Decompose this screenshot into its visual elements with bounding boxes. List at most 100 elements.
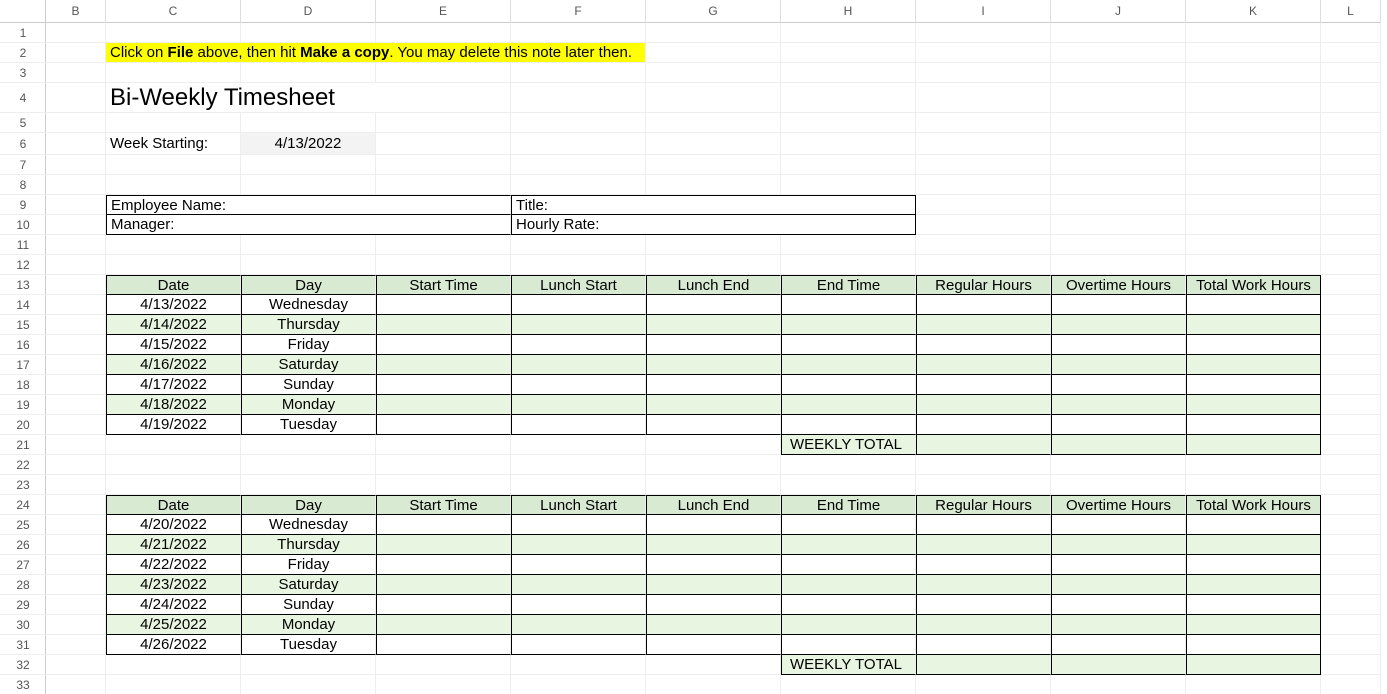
- cell[interactable]: [916, 83, 1051, 113]
- cell[interactable]: [46, 133, 106, 155]
- cell[interactable]: [46, 395, 106, 415]
- cell[interactable]: [46, 275, 106, 295]
- cell[interactable]: [1051, 63, 1186, 83]
- cell[interactable]: [1321, 255, 1381, 275]
- ts-cell[interactable]: [511, 295, 646, 315]
- cell[interactable]: [646, 175, 781, 195]
- cell[interactable]: [781, 155, 916, 175]
- row-header-9[interactable]: 9: [0, 195, 46, 215]
- cell[interactable]: [511, 235, 646, 255]
- cell[interactable]: [781, 255, 916, 275]
- cell[interactable]: [1051, 83, 1186, 113]
- cell[interactable]: [241, 155, 376, 175]
- ts-header-lunch-start[interactable]: Lunch Start: [511, 495, 646, 515]
- cell[interactable]: [1051, 215, 1186, 235]
- cell[interactable]: [46, 295, 106, 315]
- week-start-label[interactable]: Week Starting:: [106, 133, 241, 155]
- cell[interactable]: [1186, 83, 1321, 113]
- cell[interactable]: [376, 235, 511, 255]
- row-header-33[interactable]: 33: [0, 675, 46, 694]
- cell[interactable]: [106, 455, 241, 475]
- ts-cell[interactable]: [376, 555, 511, 575]
- ts-cell[interactable]: [1186, 295, 1321, 315]
- ts-cell[interactable]: [376, 395, 511, 415]
- ts-header-regular-hours[interactable]: Regular Hours: [916, 275, 1051, 295]
- ts-cell[interactable]: [1186, 315, 1321, 335]
- cell[interactable]: [511, 83, 646, 113]
- cell[interactable]: [1321, 175, 1381, 195]
- cell[interactable]: [46, 635, 106, 655]
- ts-cell[interactable]: [1051, 535, 1186, 555]
- cell[interactable]: [376, 175, 511, 195]
- cell[interactable]: [376, 63, 511, 83]
- cell[interactable]: [1321, 155, 1381, 175]
- ts-day[interactable]: Monday: [241, 395, 376, 415]
- ts-cell[interactable]: [916, 535, 1051, 555]
- ts-date[interactable]: 4/19/2022: [106, 415, 241, 435]
- ts-cell[interactable]: [1186, 635, 1321, 655]
- ts-day[interactable]: Wednesday: [241, 295, 376, 315]
- ts-date[interactable]: 4/15/2022: [106, 335, 241, 355]
- cell[interactable]: [46, 515, 106, 535]
- cell[interactable]: [106, 63, 241, 83]
- cell[interactable]: [46, 235, 106, 255]
- row-header-20[interactable]: 20: [0, 415, 46, 435]
- ts-cell[interactable]: [1186, 355, 1321, 375]
- row-header-22[interactable]: 22: [0, 455, 46, 475]
- ts-cell[interactable]: [916, 555, 1051, 575]
- ts-day[interactable]: Friday: [241, 555, 376, 575]
- ts-cell[interactable]: [781, 315, 916, 335]
- row-header-8[interactable]: 8: [0, 175, 46, 195]
- cell[interactable]: [646, 455, 781, 475]
- ts-cell[interactable]: [916, 395, 1051, 415]
- cell[interactable]: [781, 455, 916, 475]
- ts-cell[interactable]: [916, 615, 1051, 635]
- cell[interactable]: [1321, 435, 1381, 455]
- ts-day[interactable]: Saturday: [241, 575, 376, 595]
- ts-cell[interactable]: [376, 295, 511, 315]
- col-header-L[interactable]: L: [1321, 0, 1381, 23]
- cell[interactable]: [46, 175, 106, 195]
- row-header-21[interactable]: 21: [0, 435, 46, 455]
- cell[interactable]: [1051, 475, 1186, 495]
- cell[interactable]: [1321, 455, 1381, 475]
- cell[interactable]: [1186, 155, 1321, 175]
- ts-header-date[interactable]: Date: [106, 495, 241, 515]
- col-header-E[interactable]: E: [376, 0, 511, 23]
- cell[interactable]: [646, 235, 781, 255]
- ts-cell[interactable]: [646, 375, 781, 395]
- cell[interactable]: [511, 63, 646, 83]
- ts-cell[interactable]: [1051, 315, 1186, 335]
- weekly-total-label[interactable]: WEEKLY TOTAL: [781, 655, 916, 675]
- ts-day[interactable]: Sunday: [241, 595, 376, 615]
- cell[interactable]: [511, 175, 646, 195]
- ts-cell[interactable]: [916, 335, 1051, 355]
- cell[interactable]: [1321, 355, 1381, 375]
- ts-header-total-work-hours[interactable]: Total Work Hours: [1186, 495, 1321, 515]
- cell[interactable]: [46, 415, 106, 435]
- cell[interactable]: [646, 255, 781, 275]
- cell[interactable]: [1321, 315, 1381, 335]
- weekly-total-cell[interactable]: [1051, 435, 1186, 455]
- ts-cell[interactable]: [1051, 375, 1186, 395]
- row-header-2[interactable]: 2: [0, 43, 46, 63]
- cell[interactable]: [916, 155, 1051, 175]
- weekly-total-cell[interactable]: [1051, 655, 1186, 675]
- cell[interactable]: [241, 255, 376, 275]
- ts-cell[interactable]: [646, 555, 781, 575]
- ts-day[interactable]: Friday: [241, 335, 376, 355]
- ts-cell[interactable]: [1051, 555, 1186, 575]
- row-header-11[interactable]: 11: [0, 235, 46, 255]
- ts-cell[interactable]: [511, 375, 646, 395]
- cell[interactable]: [46, 255, 106, 275]
- weekly-total-cell[interactable]: [1186, 435, 1321, 455]
- col-header-H[interactable]: H: [781, 0, 916, 23]
- cell[interactable]: [1321, 595, 1381, 615]
- weekly-total-cell[interactable]: [1186, 655, 1321, 675]
- cell[interactable]: [46, 63, 106, 83]
- cell[interactable]: [511, 455, 646, 475]
- cell[interactable]: [646, 675, 781, 694]
- cell[interactable]: [46, 43, 106, 63]
- row-header-3[interactable]: 3: [0, 63, 46, 83]
- cell[interactable]: [1321, 575, 1381, 595]
